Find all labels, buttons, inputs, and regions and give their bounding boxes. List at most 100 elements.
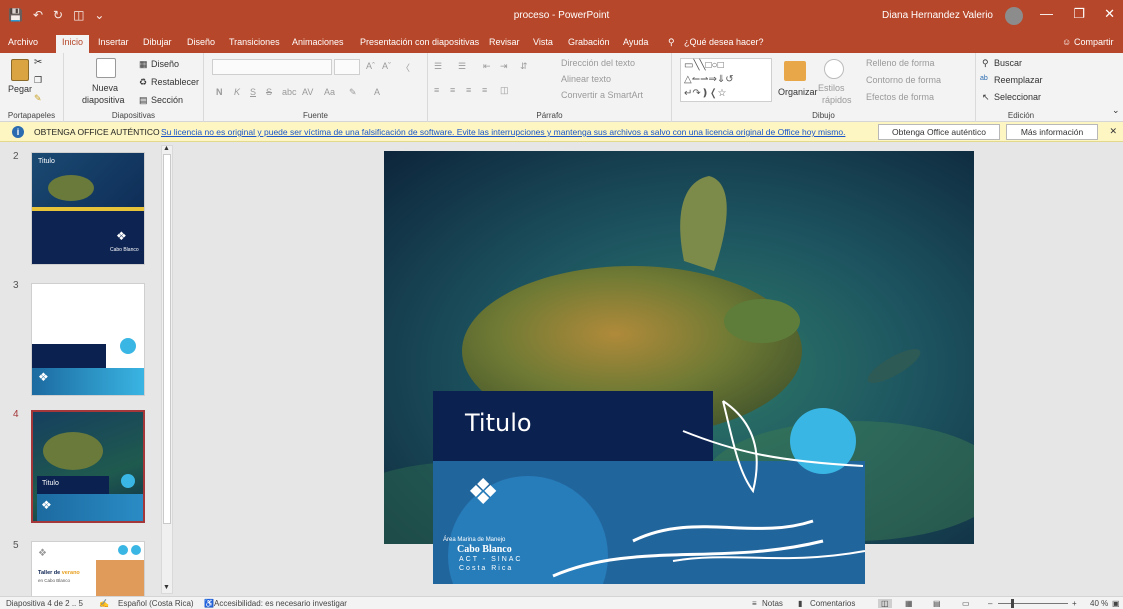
new-slide-icon[interactable] xyxy=(96,58,116,78)
section-button[interactable]: Sección xyxy=(151,95,183,105)
font-name-combobox[interactable] xyxy=(212,59,332,75)
new-slide-button-line2[interactable]: diapositiva xyxy=(82,95,125,105)
highlight-icon[interactable]: ✎ xyxy=(349,87,357,98)
line-spacing-icon[interactable]: ⇵ xyxy=(520,61,528,72)
tab-presentacion[interactable]: Presentación con diapositivas xyxy=(360,37,479,47)
zoom-out-icon[interactable]: – xyxy=(988,599,992,608)
scroll-up-icon[interactable]: ▲ xyxy=(163,145,170,152)
paste-button[interactable]: Pegar xyxy=(8,84,32,94)
align-center-icon[interactable]: ≡ xyxy=(450,85,455,95)
shape-outline-button[interactable]: Contorno de forma xyxy=(866,75,941,85)
tab-grabacion[interactable]: Grabación xyxy=(568,37,610,47)
indent-icon[interactable]: ⇤ xyxy=(483,61,491,72)
copy-icon[interactable]: ❐ xyxy=(34,75,42,86)
quick-styles-line1[interactable]: Estilos xyxy=(818,83,845,93)
numbering-icon[interactable]: ☰ xyxy=(458,61,466,72)
shape-fill-button[interactable]: Relleno de forma xyxy=(866,58,935,68)
text-direction-button[interactable]: Dirección del texto xyxy=(561,58,635,68)
grow-font-icon[interactable]: Aˆ xyxy=(366,61,375,71)
share-button[interactable]: Compartir xyxy=(1074,37,1114,47)
cut-icon[interactable]: ✂ xyxy=(34,57,42,68)
paste-icon[interactable] xyxy=(11,59,29,81)
change-case-icon[interactable]: Aa xyxy=(324,87,335,97)
zoom-slider[interactable] xyxy=(998,603,1068,604)
user-name[interactable]: Diana Hernandez Valerio xyxy=(882,10,993,21)
close-message-icon[interactable]: ✕ xyxy=(1109,126,1117,137)
shapes-gallery[interactable]: ▭╲╲□○□ △↼⇀⇒⇓↺ ↵↷❫❬☆ xyxy=(680,58,772,102)
zoom-level[interactable]: 40 % xyxy=(1090,599,1108,608)
clear-format-icon[interactable]: 〈 xyxy=(401,61,410,74)
strikethrough-icon[interactable]: abc xyxy=(282,87,297,97)
reset-button[interactable]: Restablecer xyxy=(151,77,199,87)
group-paragraph: ☰ ☰ ⇤ ⇥ ⇵ ≡ ≡ ≡ ≡ ◫ Dirección del texto … xyxy=(428,53,672,122)
justify-icon[interactable]: ≡ xyxy=(482,85,487,95)
font-color-icon[interactable]: A xyxy=(374,87,380,97)
align-text-button[interactable]: Alinear texto xyxy=(561,74,611,84)
font-size-combobox[interactable] xyxy=(334,59,360,75)
more-info-button[interactable]: Más información xyxy=(1006,124,1098,140)
reading-view-icon[interactable]: ▤ xyxy=(933,599,941,608)
slide-sorter-icon[interactable]: ▦ xyxy=(905,599,913,608)
quick-styles-line2[interactable]: rápidos xyxy=(822,95,852,105)
notes-button[interactable]: Notas xyxy=(762,599,783,608)
slide-title[interactable]: Titulo xyxy=(465,409,532,437)
shrink-font-icon[interactable]: Aˇ xyxy=(382,61,391,71)
shadow-button[interactable]: S xyxy=(266,87,272,97)
find-button[interactable]: Buscar xyxy=(994,58,1022,68)
tab-animaciones[interactable]: Animaciones xyxy=(292,37,344,47)
message-link[interactable]: Su licencia no es original y puede ser v… xyxy=(161,127,845,137)
tab-archivo[interactable]: Archivo xyxy=(8,37,38,47)
close-icon[interactable]: ✕ xyxy=(1104,6,1115,22)
language-status[interactable]: Español (Costa Rica) xyxy=(118,599,194,608)
align-left-icon[interactable]: ≡ xyxy=(434,85,439,95)
zoom-in-icon[interactable]: + xyxy=(1072,599,1077,608)
tab-dibujar[interactable]: Dibujar xyxy=(143,37,172,47)
normal-view-icon[interactable]: ◫ xyxy=(878,599,892,608)
zoom-slider-thumb[interactable] xyxy=(1011,599,1014,608)
scrollbar-thumb[interactable] xyxy=(163,154,171,524)
tell-me-search[interactable]: ¿Qué desea hacer? xyxy=(684,37,764,47)
smartart-button[interactable]: Convertir a SmartArt xyxy=(561,90,643,100)
tab-insertar[interactable]: Insertar xyxy=(98,37,129,47)
restore-icon[interactable]: ❐ xyxy=(1073,6,1085,22)
underline-button[interactable]: S xyxy=(250,87,256,97)
status-bar: Diapositiva 4 de 2 .. 5 ✍ Español (Costa… xyxy=(0,596,1123,609)
columns-icon[interactable]: ◫ xyxy=(500,85,509,96)
thumbnail-slide-2[interactable]: Titulo ❖ Cabo Blanco xyxy=(31,152,145,265)
tab-inicio[interactable]: Inicio xyxy=(56,35,90,53)
comments-button[interactable]: Comentarios xyxy=(810,599,855,608)
outdent-icon[interactable]: ⇥ xyxy=(500,61,508,72)
quick-styles-icon[interactable] xyxy=(824,59,844,79)
tab-revisar[interactable]: Revisar xyxy=(489,37,520,47)
format-painter-icon[interactable]: ✎ xyxy=(34,93,42,104)
bold-button[interactable]: N xyxy=(216,87,223,97)
avatar[interactable] xyxy=(1005,7,1023,25)
tab-transiciones[interactable]: Transiciones xyxy=(229,37,280,47)
slideshow-icon[interactable]: ▭ xyxy=(962,599,970,608)
arrange-icon[interactable] xyxy=(784,61,806,81)
accessibility-status[interactable]: Accesibilidad: es necesario investigar xyxy=(214,599,347,608)
arrange-button[interactable]: Organizar xyxy=(778,87,818,97)
get-office-button[interactable]: Obtenga Office auténtico xyxy=(878,124,1000,140)
fit-slide-icon[interactable]: ▣ xyxy=(1112,599,1120,608)
thumbnail-slide-4-selected[interactable]: Titulo ❖ xyxy=(31,410,145,523)
replace-button[interactable]: Reemplazar xyxy=(994,75,1043,85)
thumbnail-scrollbar[interactable]: ▲ ▼ xyxy=(161,145,173,594)
thumbnail-slide-5[interactable]: ❖ Taller de verano en Cabo Blanco xyxy=(31,541,145,596)
scroll-down-icon[interactable]: ▼ xyxy=(163,584,170,591)
collapse-ribbon-icon[interactable]: ⌄ xyxy=(1112,105,1120,116)
thumbnail-slide-3[interactable]: ❖ xyxy=(31,283,145,396)
tab-ayuda[interactable]: Ayuda xyxy=(623,37,648,47)
layout-button[interactable]: Diseño xyxy=(151,59,179,69)
italic-button[interactable]: K xyxy=(234,87,240,97)
spellcheck-icon[interactable]: ✍ xyxy=(99,599,109,608)
select-button[interactable]: Seleccionar xyxy=(994,92,1041,102)
minimize-icon[interactable]: — xyxy=(1040,6,1053,21)
tab-diseno[interactable]: Diseño xyxy=(187,37,215,47)
char-spacing-icon[interactable]: AV xyxy=(302,87,313,97)
shape-effects-button[interactable]: Efectos de forma xyxy=(866,92,934,102)
bullets-icon[interactable]: ☰ xyxy=(434,61,442,72)
new-slide-button-line1[interactable]: Nueva xyxy=(92,83,118,93)
align-right-icon[interactable]: ≡ xyxy=(466,85,471,95)
tab-vista[interactable]: Vista xyxy=(533,37,553,47)
